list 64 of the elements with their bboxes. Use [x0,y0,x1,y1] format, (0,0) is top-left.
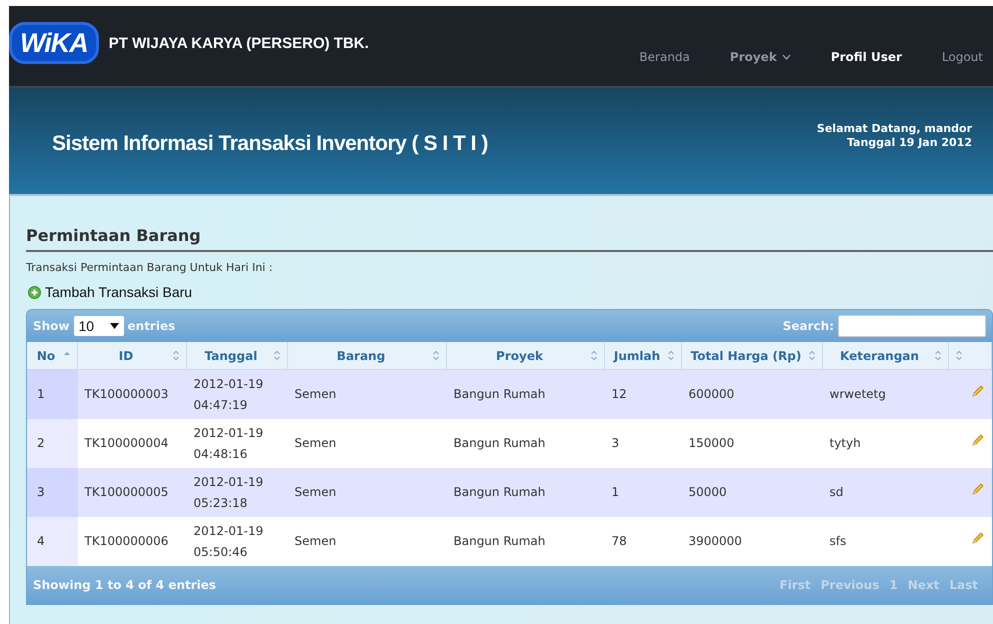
entries-info: Showing 1 to 4 of 4 entries [33,578,216,592]
table-cell: Semen [288,370,446,419]
welcome-text: Selamat Datang, mandor [816,122,972,136]
table-cell: 2012-01-19 05:23:18 [186,468,288,517]
column-header[interactable]: Proyek [446,342,604,370]
logo: WiKA [9,22,99,64]
column-header[interactable]: Tanggal [186,342,288,370]
show-label: Show [33,319,70,333]
nav-link[interactable]: Beranda [639,50,690,64]
table-cell: Semen [288,468,446,517]
pencil-icon[interactable] [970,531,984,545]
table-cell: 12 [604,370,682,419]
nav-link[interactable]: Profil User [830,50,902,64]
table-cell: 2 [27,419,78,468]
company-name: PT WIJAYA KARYA (PERSERO) TBK. [108,34,369,52]
table-cell: 150000 [682,419,822,468]
table-cell: 600000 [682,370,822,419]
table-cell: 3 [604,419,682,468]
date-text: Tanggal 19 Jan 2012 [846,136,972,150]
column-header[interactable]: Barang [288,342,446,370]
table-cell: Bangun Rumah [446,517,604,566]
table-cell: 3 [27,468,78,517]
table-cell: TK100000006 [78,517,186,566]
table-cell: tytyh [822,419,948,468]
table-cell: wrwetetg [822,370,948,419]
entries-label: entries [128,319,176,333]
table-cell: sfs [822,517,948,566]
table-cell: 2012-01-19 04:48:16 [186,419,288,468]
table-cell: 50000 [682,468,822,517]
table-cell: Bangun Rumah [446,468,604,517]
table-cell: Semen [288,419,446,468]
section-title: Permintaan Barang [26,226,993,252]
table-cell: 1 [604,468,682,517]
table-cell: 3900000 [682,517,822,566]
column-header[interactable]: No [27,342,78,370]
column-header[interactable]: Total Harga (Rp) [682,342,822,370]
dropdown-arrow-icon [110,323,119,329]
table-cell: 2012-01-19 05:50:46 [186,517,288,566]
table-cell: 78 [604,517,682,566]
table-cell: 4 [27,517,78,566]
search-field[interactable] [838,315,986,337]
pencil-icon[interactable] [970,384,984,398]
table-cell: TK100000004 [78,419,186,468]
nav-link[interactable]: Logout [942,50,983,64]
table-cell: TK100000005 [78,468,186,517]
table-cell: Bangun Rumah [446,370,604,419]
column-header[interactable]: ID [78,342,186,370]
table-cell: TK100000003 [78,370,186,419]
page-title: Sistem Informasi Transaksi Inventory ( S I T I ) [52,131,488,156]
table-cell: sd [822,468,948,517]
table-cell: Bangun Rumah [446,419,604,468]
column-header[interactable]: Keterangan [822,342,948,370]
table-cell: 2012-01-19 04:47:19 [186,370,288,419]
section-subtitle: Transaksi Permintaan Barang Untuk Hari Ini : [26,261,274,274]
table-cell: 1 [27,370,78,419]
add-link[interactable]: Tambah Transaksi Baru [28,284,993,300]
pencil-icon[interactable] [970,482,984,496]
add-icon [28,286,41,298]
search-label: Search: [782,319,834,333]
table-cell: Semen [288,517,446,566]
column-header[interactable]: Jumlah [604,342,682,370]
nav-link[interactable]: Proyek [730,50,791,64]
pencil-icon[interactable] [970,433,984,447]
page-size-select[interactable]: 10 [74,316,124,336]
